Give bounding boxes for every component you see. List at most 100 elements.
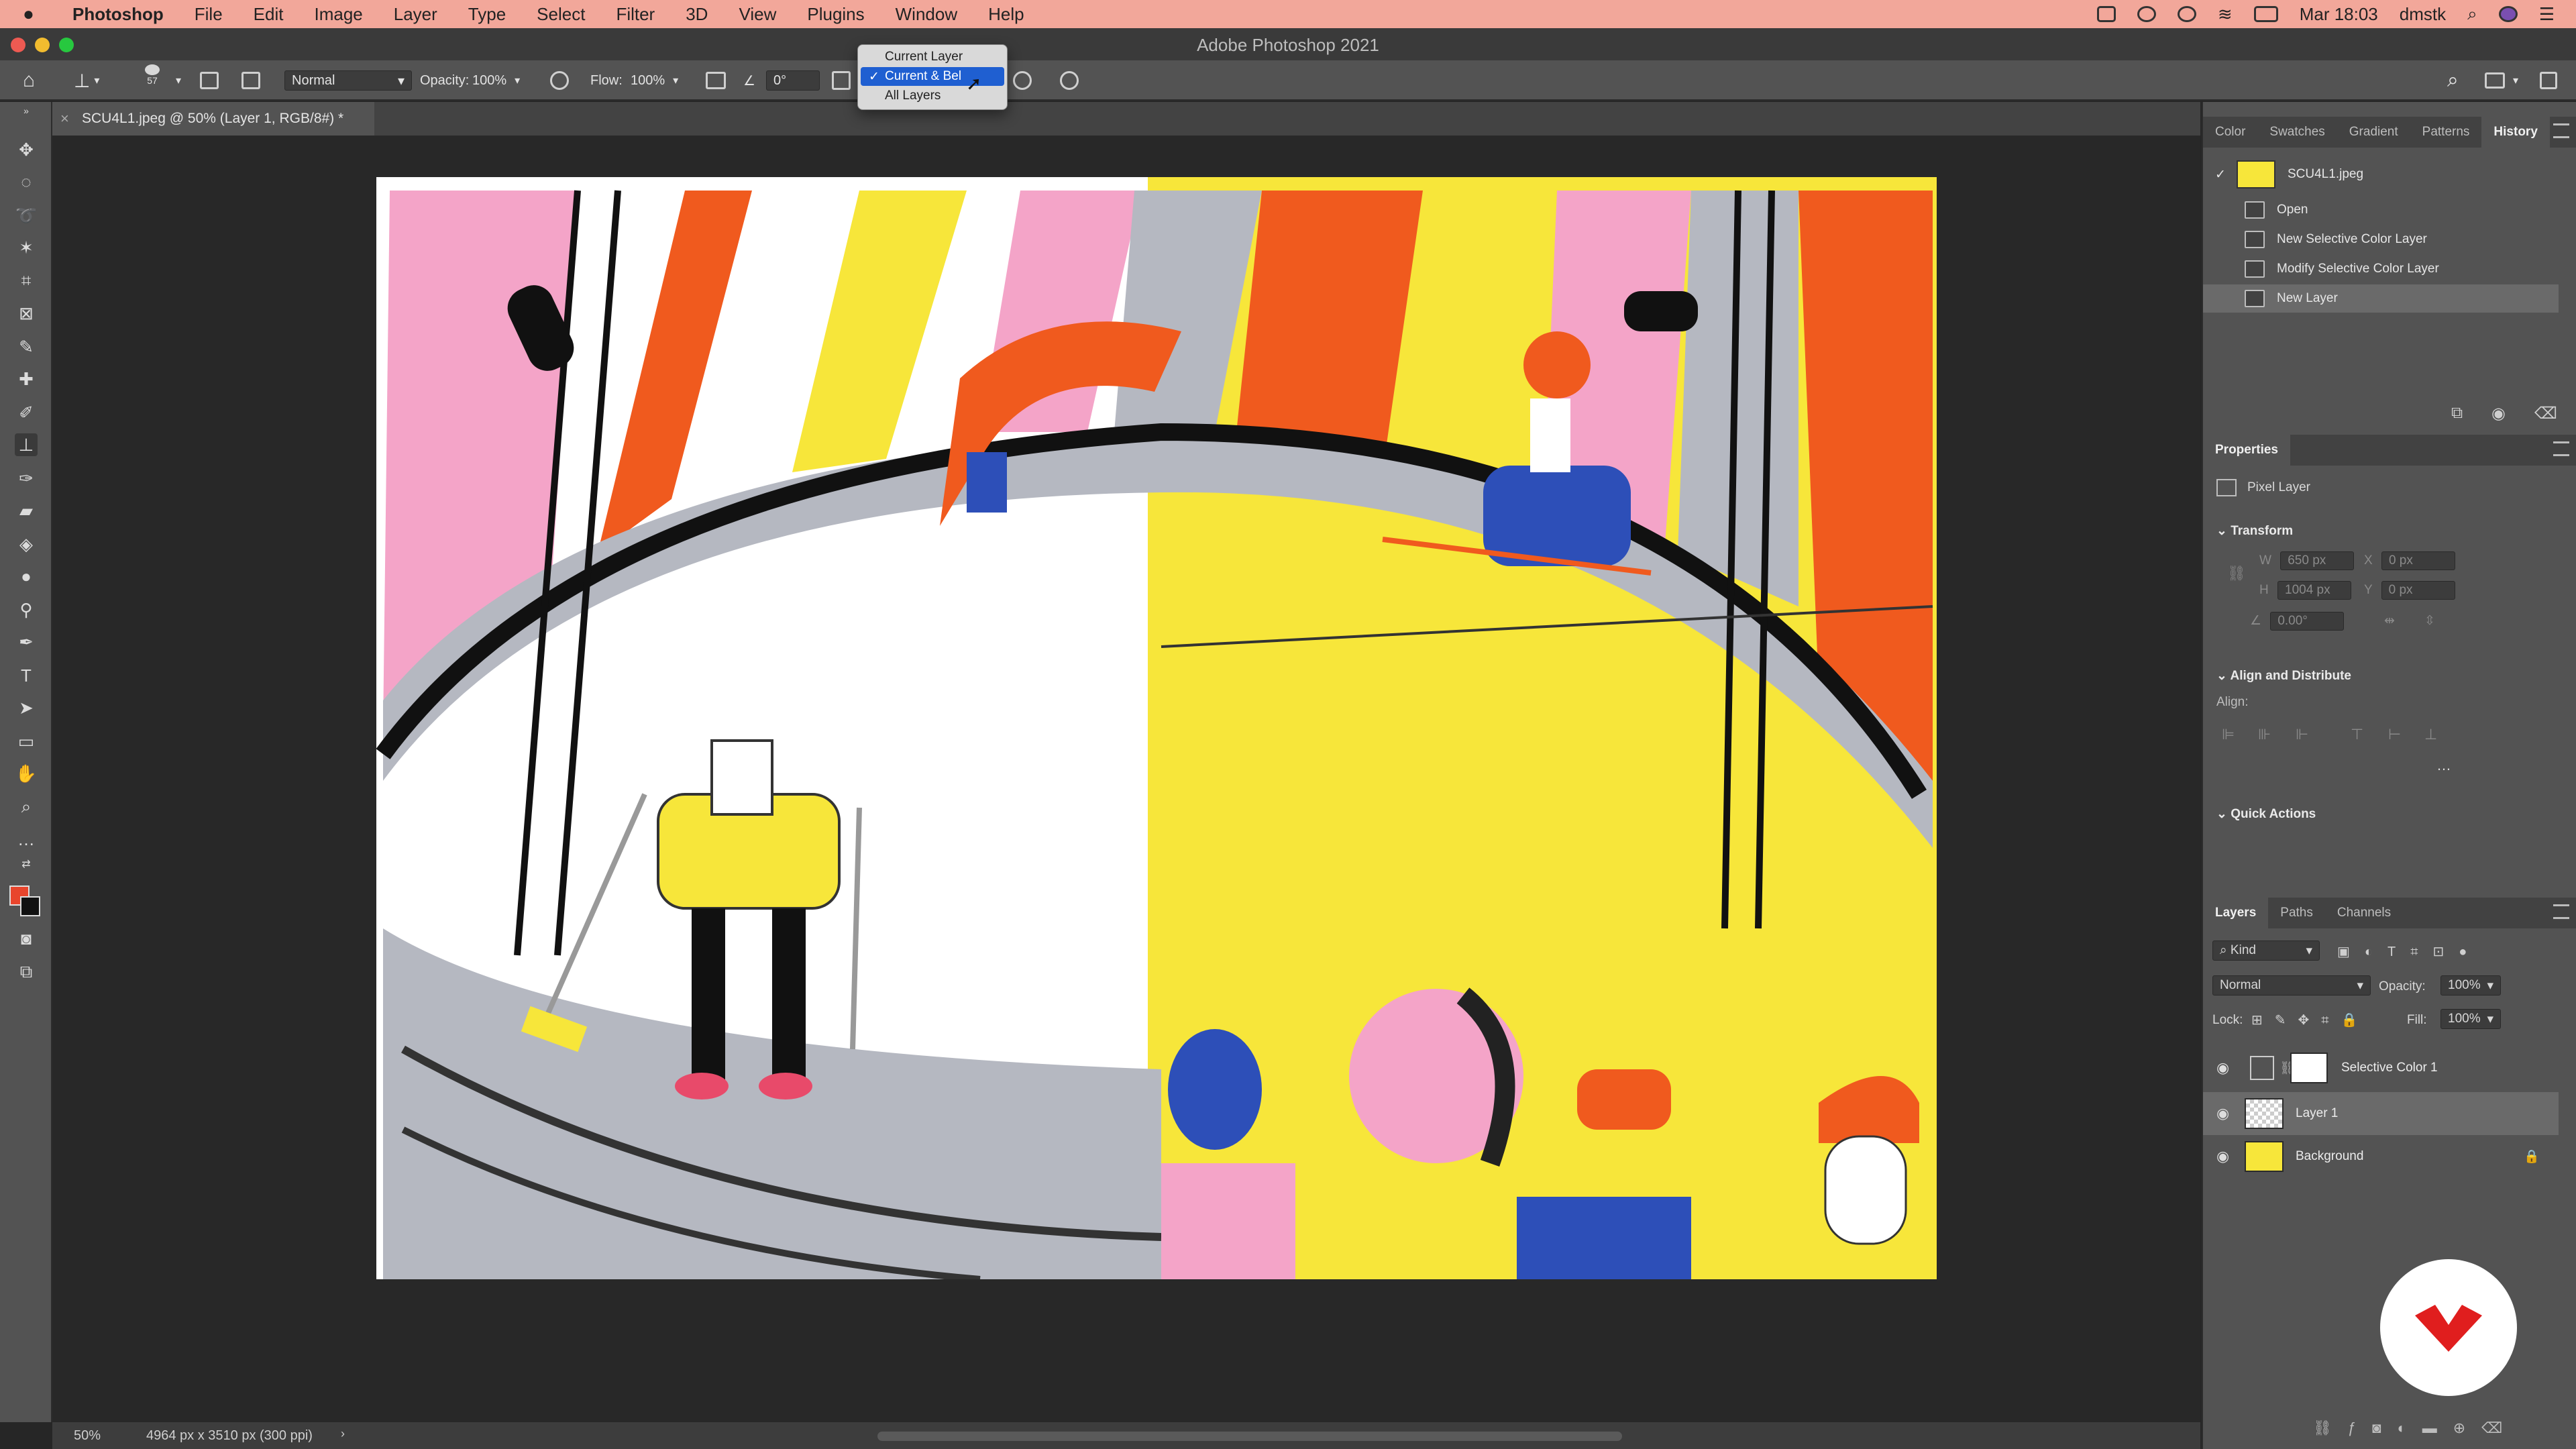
layer-row[interactable]: ◉ ⛓ Selective Color 1: [2203, 1046, 2559, 1089]
magic-wand-tool-icon[interactable]: ✶: [15, 236, 38, 259]
flip-vertical-icon[interactable]: ⇳: [2424, 613, 2435, 629]
ignore-adjustment-layers-icon[interactable]: [1013, 70, 1032, 91]
more-options-icon[interactable]: …: [2436, 757, 2451, 774]
edit-toolbar-icon[interactable]: …: [15, 828, 38, 851]
search-icon[interactable]: ⌕: [2447, 69, 2459, 91]
pressure-size-icon[interactable]: [1060, 70, 1079, 91]
control-center-icon[interactable]: ☰: [2539, 4, 2555, 25]
layer-opacity-field[interactable]: 100% ▾: [2440, 975, 2501, 996]
close-tab-icon[interactable]: ×: [60, 110, 69, 127]
panel-menu-icon[interactable]: [2553, 441, 2569, 456]
align-middle-icon[interactable]: ⊢: [2388, 726, 2401, 743]
menu-help[interactable]: Help: [988, 4, 1024, 25]
align-left-icon[interactable]: ⊫: [2222, 726, 2235, 743]
mode-select[interactable]: Normal ▾: [284, 70, 412, 91]
zoom-level[interactable]: 50%: [74, 1428, 101, 1444]
tab-properties[interactable]: Properties: [2203, 435, 2290, 466]
layer-row[interactable]: ◉ Background 🔒: [2203, 1135, 2559, 1178]
battery-icon[interactable]: [2253, 6, 2278, 22]
layer-filter-icons[interactable]: ▣◐T⌗⊡●: [2337, 943, 2481, 960]
quick-mask-icon[interactable]: ◙: [15, 927, 38, 950]
screen-mode-icon[interactable]: ⧉: [15, 961, 38, 983]
align-distribute-section[interactable]: ⌄ Align and Distribute: [2216, 668, 2351, 684]
aligned-toggle-icon[interactable]: [832, 70, 851, 91]
layer-mask-thumbnail[interactable]: [2290, 1053, 2328, 1083]
blend-mode-select[interactable]: Normal ▾: [2212, 975, 2371, 996]
lock-icon[interactable]: 🔒: [2524, 1148, 2540, 1165]
canvas-area[interactable]: [52, 136, 2245, 1422]
sample-option-all-layers[interactable]: All Layers: [861, 87, 1004, 105]
quick-actions-section[interactable]: ⌄ Quick Actions: [2216, 806, 2316, 822]
align-right-icon[interactable]: ⊩: [2296, 726, 2308, 743]
sample-option-current-and-below[interactable]: ✓ Current & Bel: [861, 67, 1004, 86]
new-document-from-state-icon[interactable]: ⧉: [2451, 404, 2463, 423]
angle-field[interactable]: 0°: [766, 70, 820, 91]
history-state-selected[interactable]: New Layer: [2203, 284, 2559, 313]
brush-picker[interactable]: 57: [145, 64, 160, 86]
document-tab[interactable]: × SCU4L1.jpeg @ 50% (Layer 1, RGB/8#) *: [52, 102, 374, 136]
menu-edit[interactable]: Edit: [254, 4, 284, 25]
crop-tool-icon[interactable]: ⌗: [15, 270, 38, 292]
visibility-eye-icon[interactable]: ◉: [2216, 1148, 2237, 1165]
flow-field[interactable]: 100% ▾: [631, 70, 678, 91]
menu-layer[interactable]: Layer: [394, 4, 437, 25]
horizontal-scrollbar[interactable]: [877, 1432, 1622, 1441]
frame-tool-icon[interactable]: ⊠: [15, 302, 38, 325]
circus-illustration[interactable]: [376, 177, 1937, 1279]
collapse-toolbar-icon[interactable]: »: [15, 105, 38, 116]
move-tool-icon[interactable]: ✥: [15, 138, 38, 161]
visibility-eye-icon[interactable]: ◉: [2216, 1105, 2237, 1122]
apple-menu-icon[interactable]: ●: [23, 3, 50, 25]
siri-icon[interactable]: [2498, 6, 2518, 22]
tab-color[interactable]: Color: [2203, 117, 2257, 148]
menu-type[interactable]: Type: [468, 4, 506, 25]
panel-menu-icon[interactable]: [2553, 904, 2569, 919]
visibility-eye-icon[interactable]: ◉: [2216, 1059, 2237, 1077]
shape-tool-icon[interactable]: ▭: [15, 730, 38, 753]
zoom-tool-icon[interactable]: ⌕: [15, 796, 38, 818]
history-brush-tool-icon[interactable]: ✑: [15, 467, 38, 490]
lasso-tool-icon[interactable]: ➰: [15, 204, 38, 227]
menu-select[interactable]: Select: [537, 4, 585, 25]
x-field[interactable]: X 0 px: [2364, 551, 2455, 570]
workspace-icon[interactable]: ▾: [2485, 70, 2518, 91]
dodge-tool-icon[interactable]: ⚲: [15, 598, 38, 621]
align-top-icon[interactable]: ⊤: [2351, 726, 2363, 743]
align-center-icon[interactable]: ⊪: [2258, 726, 2271, 743]
tab-history[interactable]: History: [2481, 117, 2550, 148]
document-canvas[interactable]: [376, 177, 1937, 1279]
paint-bucket-tool-icon[interactable]: ◈: [15, 533, 38, 555]
opacity-field[interactable]: 100% ▾: [472, 70, 520, 91]
menu-image[interactable]: Image: [314, 4, 362, 25]
menu-file[interactable]: File: [195, 4, 223, 25]
history-brush-source-icon[interactable]: ✓: [2215, 167, 2233, 182]
user-status-icon[interactable]: [2177, 6, 2196, 22]
clone-stamp-tool-icon[interactable]: ⊥: [15, 433, 38, 456]
fill-field[interactable]: 100% ▾: [2440, 1009, 2501, 1029]
clock[interactable]: Mar 18:03: [2300, 4, 2378, 25]
eraser-tool-icon[interactable]: ▰: [15, 499, 38, 522]
home-icon[interactable]: ⌂: [23, 69, 35, 91]
tab-layers[interactable]: Layers: [2203, 898, 2269, 928]
chevron-right-icon[interactable]: ›: [341, 1427, 345, 1441]
menu-window[interactable]: Window: [896, 4, 957, 25]
link-icon[interactable]: ⛓: [2279, 1060, 2296, 1076]
align-bottom-icon[interactable]: ⊥: [2424, 726, 2437, 743]
tab-patterns[interactable]: Patterns: [2410, 117, 2482, 148]
background-color-swatch[interactable]: [20, 896, 40, 916]
link-dimensions-icon[interactable]: ⛓: [2227, 565, 2246, 582]
menu-3d[interactable]: 3D: [686, 4, 708, 25]
path-selection-tool-icon[interactable]: ➤: [15, 696, 38, 719]
marquee-tool-icon[interactable]: ◌: [15, 170, 38, 193]
toggle-clone-source-icon[interactable]: [241, 70, 260, 91]
sync-icon[interactable]: [2137, 6, 2156, 22]
hand-tool-icon[interactable]: ✋: [15, 762, 38, 785]
tab-channels[interactable]: Channels: [2325, 898, 2403, 928]
blur-tool-icon[interactable]: ●: [15, 565, 38, 588]
history-state[interactable]: Modify Selective Color Layer: [2203, 255, 2559, 283]
pressure-opacity-icon[interactable]: [550, 70, 569, 91]
swap-colors-icon[interactable]: ⇄: [15, 857, 38, 871]
clone-stamp-preset-icon[interactable]: ⊥ ▾: [74, 70, 99, 91]
menu-plugins[interactable]: Plugins: [807, 4, 864, 25]
tab-gradient[interactable]: Gradient: [2337, 117, 2410, 148]
